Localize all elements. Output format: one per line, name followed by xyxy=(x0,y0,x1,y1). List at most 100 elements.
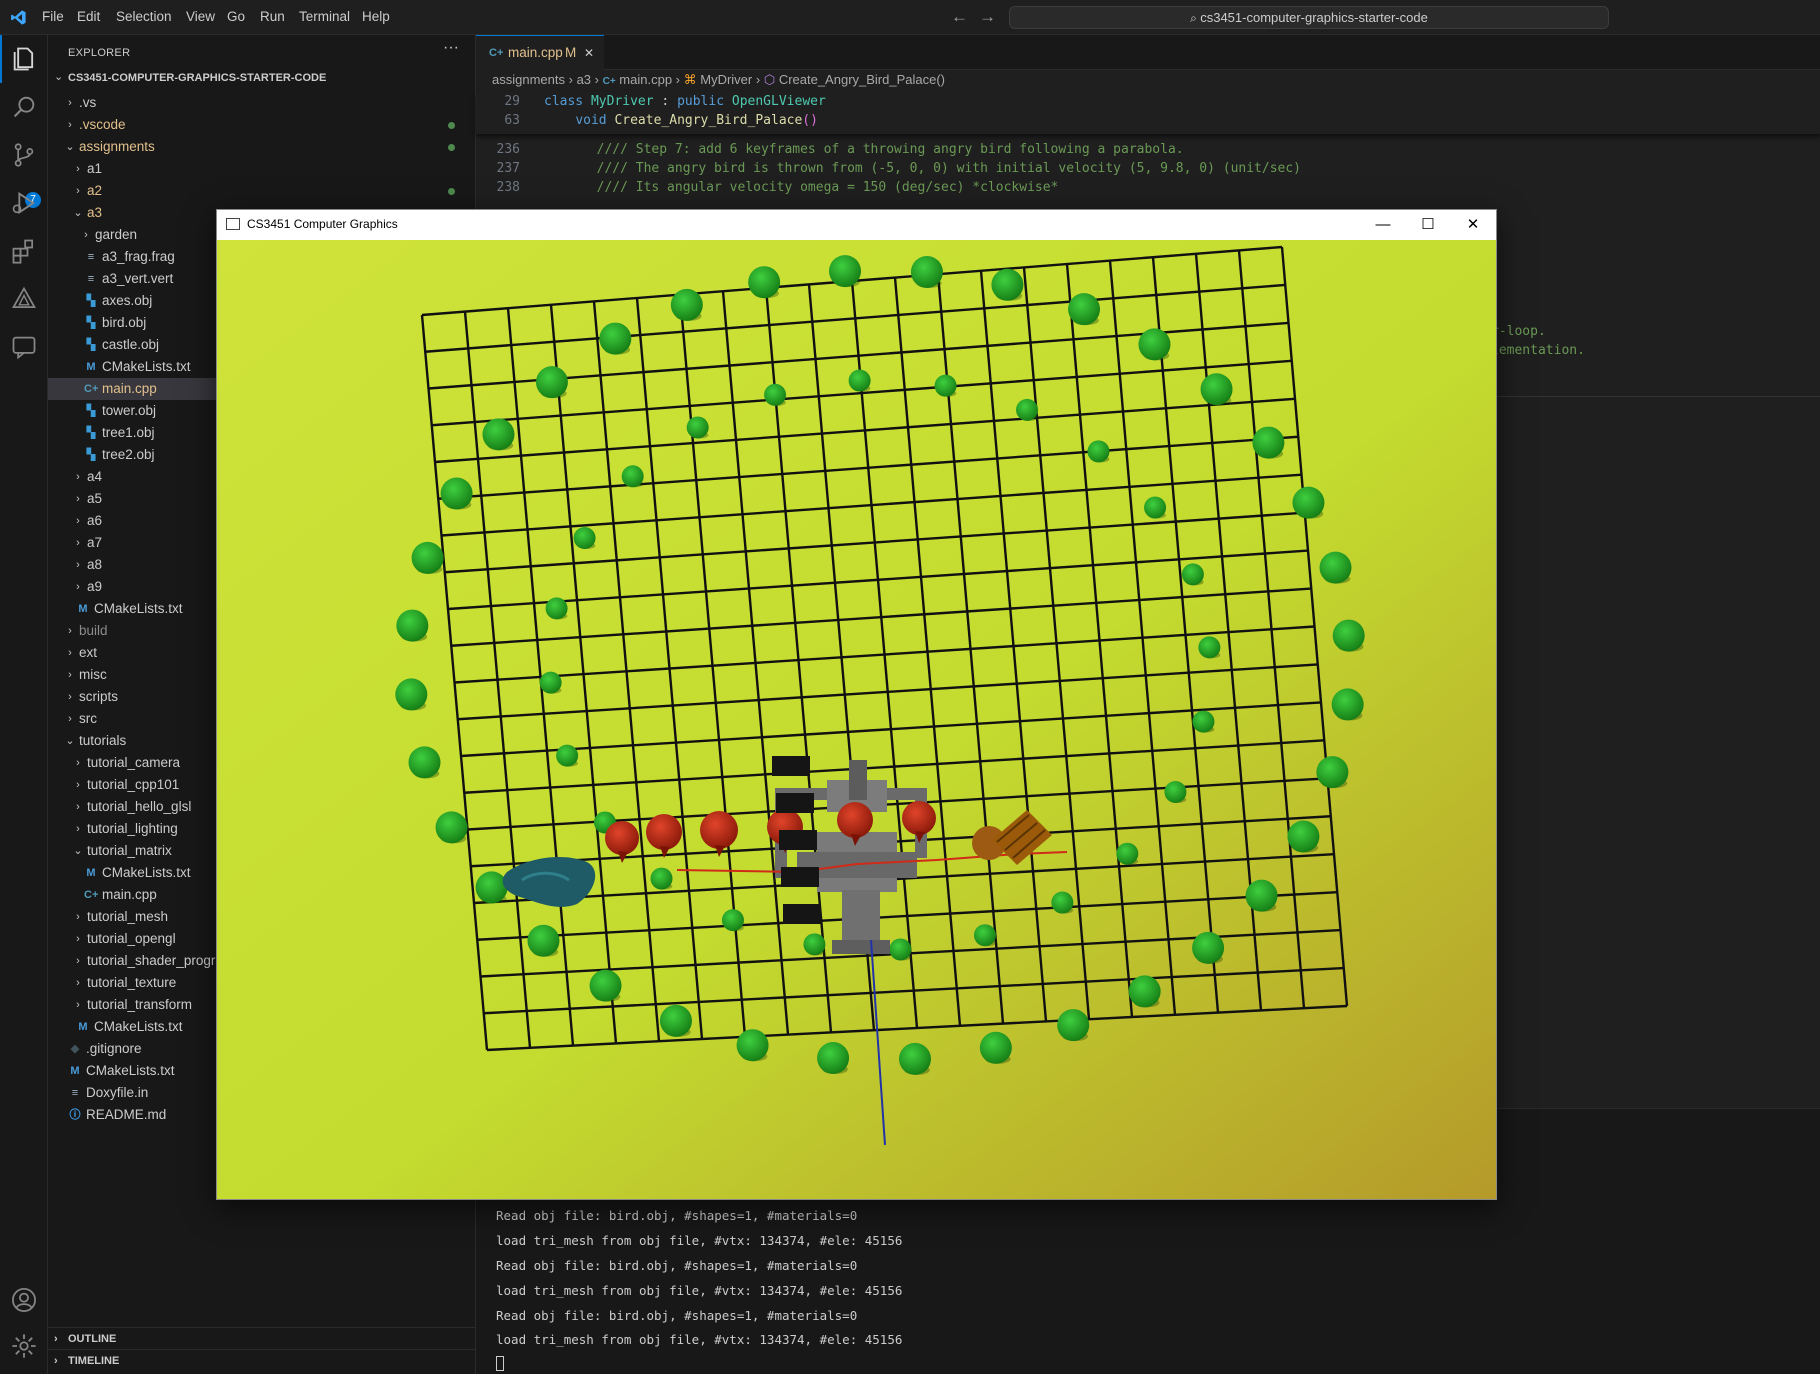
chevron-right-icon: › xyxy=(76,515,80,527)
opengl-viewport[interactable] xyxy=(217,240,1496,1199)
tree xyxy=(736,1029,769,1062)
modified-dot-icon xyxy=(448,188,455,195)
opengl-window[interactable]: CS3451 Computer Graphics — ☐ ✕ xyxy=(216,209,1497,1200)
tree xyxy=(803,933,826,956)
vscode-logo-icon xyxy=(11,10,26,25)
more-actions-icon[interactable]: ··· xyxy=(443,39,459,57)
line-number: 236 xyxy=(496,142,520,157)
timeline-section-header[interactable]: › TIMELINE xyxy=(48,1349,475,1371)
menu-item-view[interactable]: View xyxy=(186,9,215,24)
remote-explorer-icon[interactable] xyxy=(10,285,38,313)
tree xyxy=(829,255,862,288)
castle-gate xyxy=(832,940,890,954)
tree-item-label: a3_vert.vert xyxy=(102,271,174,286)
sticky-line[interactable]: class MyDriver : public OpenGLViewer xyxy=(544,94,826,109)
account-icon[interactable] xyxy=(10,1286,38,1314)
arrow-left-icon[interactable]: ← xyxy=(951,7,968,27)
chevron-right-icon: › xyxy=(76,823,80,835)
tree-item-label: a9 xyxy=(87,579,103,594)
modified-dot-icon xyxy=(448,144,455,151)
tree-folder[interactable]: › a1 xyxy=(48,158,475,180)
tree xyxy=(1068,293,1101,326)
chevron-right-icon: › xyxy=(76,559,80,571)
arrow-right-icon[interactable]: → xyxy=(979,7,996,27)
activity-bar: 7 xyxy=(0,35,48,1374)
command-center-search[interactable]: ⌕ cs3451-computer-graphics-starter-code xyxy=(1009,6,1609,29)
tree xyxy=(1316,756,1349,789)
chevron-down-icon: ⌄ xyxy=(65,141,75,153)
tree xyxy=(1331,688,1364,721)
obj-file-icon: ▚ xyxy=(86,317,96,329)
settings-gear-icon[interactable] xyxy=(10,1332,38,1360)
tree-item-label: tower.obj xyxy=(102,403,157,418)
outline-section-header[interactable]: › OUTLINE xyxy=(48,1327,475,1349)
tab-label: main.cpp xyxy=(508,45,563,60)
breadcrumb-item[interactable]: main.cpp xyxy=(619,72,672,87)
breadcrumb-item[interactable]: assignments xyxy=(492,72,565,87)
tree-item-label: CMakeLists.txt xyxy=(102,865,191,880)
tree-item-label: CMakeLists.txt xyxy=(94,1019,183,1034)
chevron-right-icon: › xyxy=(76,537,80,549)
extensions-icon[interactable] xyxy=(10,237,38,265)
chevron-right-icon: › xyxy=(76,779,80,791)
line-number: 238 xyxy=(496,180,520,195)
outline-label: OUTLINE xyxy=(68,1333,117,1345)
tree xyxy=(440,477,473,510)
opengl-window-titlebar[interactable]: CS3451 Computer Graphics — ☐ ✕ xyxy=(217,210,1496,240)
tree xyxy=(1128,975,1161,1008)
obj-file-icon: ▚ xyxy=(86,449,96,461)
explorer-title: EXPLORER xyxy=(68,47,131,59)
chevron-right-icon: › xyxy=(675,72,684,87)
tree xyxy=(889,938,912,961)
chat-icon[interactable] xyxy=(10,333,38,361)
cpp-file-icon: C+ xyxy=(84,889,99,901)
menu-item-edit[interactable]: Edit xyxy=(77,9,100,24)
run-debug-icon[interactable] xyxy=(10,189,38,217)
tree-folder[interactable]: › .vs xyxy=(48,92,475,114)
chevron-right-icon: › xyxy=(76,757,80,769)
breadcrumb-item[interactable]: Create_Angry_Bird_Palace() xyxy=(779,72,945,87)
tree-folder[interactable]: › a2 xyxy=(48,180,475,202)
menu-item-terminal[interactable]: Terminal xyxy=(299,9,350,24)
tree xyxy=(599,322,632,355)
tree-item-label: .gitignore xyxy=(86,1041,142,1056)
tree xyxy=(535,366,568,399)
tab-main-cpp[interactable]: C+ main.cpp M ✕ xyxy=(476,35,604,70)
search-text: cs3451-computer-graphics-starter-code xyxy=(1200,10,1428,25)
search-icon[interactable] xyxy=(10,93,38,121)
tree xyxy=(848,369,871,392)
sticky-line[interactable]: void Create_Angry_Bird_Palace() xyxy=(544,113,818,128)
tree-folder[interactable]: ⌄ assignments xyxy=(48,136,475,158)
source-control-icon[interactable] xyxy=(10,141,38,169)
tree xyxy=(573,527,596,550)
maximize-button[interactable]: ☐ xyxy=(1405,210,1451,240)
tree xyxy=(621,465,644,488)
chevron-right-icon: › xyxy=(54,1355,58,1367)
breadcrumb-item[interactable]: MyDriver xyxy=(700,72,752,87)
chevron-down-icon: ⌄ xyxy=(65,735,75,747)
tree-item-label: tutorials xyxy=(79,733,127,748)
tree-item-label: tutorial_matrix xyxy=(87,843,172,858)
minimize-button[interactable]: — xyxy=(1360,210,1406,240)
menu-item-file[interactable]: File xyxy=(42,9,64,24)
explorer-icon[interactable] xyxy=(10,45,38,73)
terminal-line: Read obj file: bird.obj, #shapes=1, #mat… xyxy=(496,1258,858,1273)
keyframe-block xyxy=(781,867,819,887)
tree xyxy=(1245,879,1278,912)
castle-tower xyxy=(849,760,867,800)
menu-item-run[interactable]: Run xyxy=(260,9,285,24)
tree-folder[interactable]: › .vscode xyxy=(48,114,475,136)
tree-item-label: garden xyxy=(95,227,138,242)
chevron-right-icon: › xyxy=(68,713,72,725)
chevron-right-icon: › xyxy=(84,229,88,241)
cmake-file-icon: M xyxy=(86,867,96,879)
close-tab-icon[interactable]: ✕ xyxy=(584,36,594,70)
tree xyxy=(545,597,568,620)
menu-item-selection[interactable]: Selection xyxy=(116,9,172,24)
menu-item-help[interactable]: Help xyxy=(362,9,390,24)
line-number: 63 xyxy=(504,113,520,128)
tree xyxy=(1116,842,1139,865)
close-window-button[interactable]: ✕ xyxy=(1450,210,1496,240)
breadcrumb-item[interactable]: a3 xyxy=(577,72,591,87)
menu-item-go[interactable]: Go xyxy=(227,9,245,24)
